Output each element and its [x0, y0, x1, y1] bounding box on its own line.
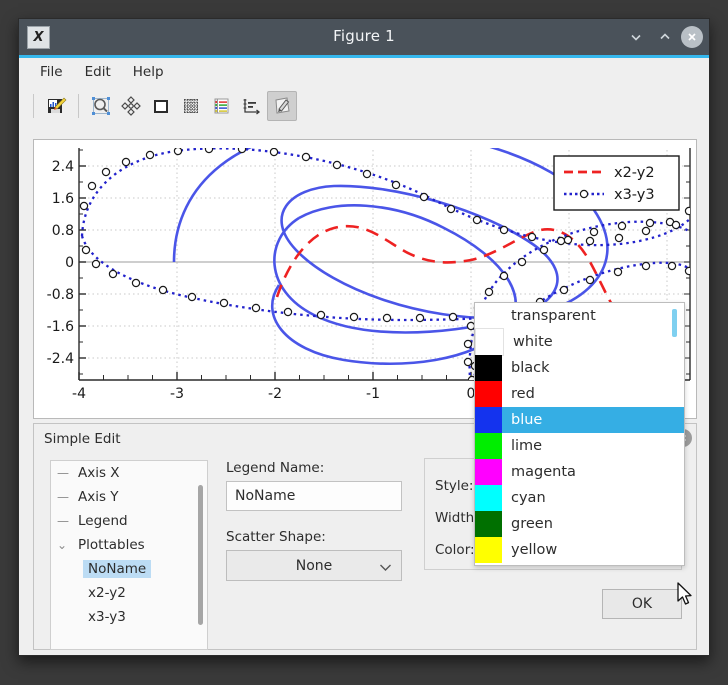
color-swatch — [475, 328, 504, 356]
tree-item-noname[interactable]: NoName — [51, 557, 207, 581]
tree-item-x2-y2[interactable]: x2-y2 — [51, 581, 207, 605]
color-swatch — [475, 407, 502, 433]
window-title: Figure 1 — [333, 27, 395, 45]
legend-label-x3y3: x3-y3 — [614, 187, 655, 203]
color-option-magenta[interactable]: magenta — [475, 459, 684, 485]
svg-text:-1: -1 — [366, 386, 380, 402]
color-option-label: red — [511, 386, 535, 402]
svg-text:-3: -3 — [170, 386, 184, 402]
ok-button[interactable]: OK — [602, 589, 682, 619]
color-swatch — [475, 381, 502, 407]
scatter-shape-value: None — [295, 557, 333, 574]
color-option-label: lime — [511, 438, 543, 454]
legend-button[interactable] — [207, 92, 235, 120]
color-option-label: black — [511, 360, 550, 376]
save-figure-button[interactable] — [42, 92, 70, 120]
color-option-blue[interactable]: blue — [475, 407, 684, 433]
legend-name-input[interactable]: NoName — [226, 481, 402, 511]
chevron-down-icon — [379, 560, 392, 576]
color-swatch — [475, 485, 502, 511]
svg-text:0.8: 0.8 — [52, 223, 74, 239]
color-option-label: blue — [511, 412, 543, 428]
zoom-region-button[interactable] — [87, 92, 115, 120]
simple-edit-button[interactable] — [267, 91, 297, 121]
rectangle-button[interactable] — [147, 92, 175, 120]
minimize-button[interactable] — [623, 24, 649, 50]
legend-label-x2y2: x2-y2 — [614, 165, 655, 181]
tree-item-label: Plottables — [78, 537, 145, 553]
object-tree[interactable]: — Axis X — Axis Y — Legend ⌄ Plottables … — [50, 460, 208, 650]
color-swatch — [475, 511, 502, 537]
svg-text:1.6: 1.6 — [52, 191, 74, 207]
tree-item-x3-y3[interactable]: x3-y3 — [51, 605, 207, 629]
maximize-button[interactable] — [652, 24, 678, 50]
mouse-cursor — [677, 582, 692, 605]
tree-item-label: x3-y3 — [88, 609, 126, 625]
tree-item-label: NoName — [83, 560, 152, 578]
tree-item-label: Axis Y — [78, 489, 119, 505]
color-swatch — [475, 537, 502, 563]
color-option-label: white — [513, 334, 553, 350]
tree-branch-icon: — — [57, 490, 69, 504]
svg-text:-2: -2 — [268, 386, 282, 402]
color-option-green[interactable]: green — [475, 511, 684, 537]
svg-text:-4: -4 — [72, 386, 86, 402]
color-option-cyan[interactable]: cyan — [475, 485, 684, 511]
figure-window: X Figure 1 File Edit Help 2.4 1.6 0.8 0 … — [18, 18, 710, 656]
tree-branch-icon: — — [57, 466, 69, 480]
axes-button[interactable] — [237, 92, 265, 120]
color-option-label: magenta — [511, 464, 576, 480]
svg-text:0: 0 — [65, 255, 74, 271]
svg-text:-0.8: -0.8 — [47, 287, 74, 303]
tree-item-plottables[interactable]: ⌄ Plottables — [51, 533, 207, 557]
properties-column: Legend Name: NoName Scatter Shape: None — [226, 460, 411, 581]
menu-file[interactable]: File — [29, 61, 74, 83]
color-swatch — [475, 459, 502, 485]
color-option-red[interactable]: red — [475, 381, 684, 407]
menu-edit[interactable]: Edit — [74, 61, 122, 83]
toolbar-separator-2 — [78, 94, 79, 118]
color-option-yellow[interactable]: yellow — [475, 537, 684, 563]
tree-item-axis-y[interactable]: — Axis Y — [51, 485, 207, 509]
svg-text:-2.4: -2.4 — [47, 351, 74, 367]
grid-button[interactable] — [177, 92, 205, 120]
color-option-white[interactable]: white — [475, 328, 684, 356]
toolbar-separator — [33, 94, 34, 118]
tree-item-axis-x[interactable]: — Axis X — [51, 461, 207, 485]
menu-help[interactable]: Help — [122, 61, 175, 83]
color-option-label: green — [511, 516, 553, 532]
tree-item-legend[interactable]: — Legend — [51, 509, 207, 533]
color-option-transparent[interactable]: transparent — [475, 303, 684, 329]
color-option-lime[interactable]: lime — [475, 433, 684, 459]
color-dropdown-list[interactable]: transparent white black red blue lime magenta c… — [474, 302, 685, 566]
color-option-label: cyan — [511, 490, 546, 506]
title-bar: X Figure 1 — [19, 19, 709, 58]
tree-scrollbar[interactable] — [198, 485, 203, 625]
toolbar — [19, 85, 709, 127]
tree-branch-icon: — — [57, 514, 69, 528]
plot-legend: x2-y2 x3-y3 — [553, 155, 680, 211]
tree-item-label: Axis X — [78, 465, 120, 481]
svg-text:-1.6: -1.6 — [47, 319, 74, 335]
legend-name-label: Legend Name: — [226, 460, 325, 476]
window-controls — [623, 24, 703, 50]
scatter-shape-select[interactable]: None — [226, 550, 402, 581]
menu-bar: File Edit Help — [19, 58, 709, 85]
color-swatch — [475, 433, 502, 459]
tree-item-label: x2-y2 — [88, 585, 126, 601]
tree-item-label: Legend — [78, 513, 128, 529]
simple-edit-title: Simple Edit — [44, 431, 121, 447]
close-button[interactable] — [681, 26, 703, 48]
color-swatch — [475, 355, 502, 381]
color-option-label: yellow — [511, 542, 558, 558]
color-option-label: transparent — [511, 308, 596, 324]
chevron-down-icon[interactable]: ⌄ — [57, 538, 73, 552]
color-option-black[interactable]: black — [475, 355, 684, 381]
pan-button[interactable] — [117, 92, 145, 120]
dropdown-scrollbar[interactable] — [672, 309, 677, 337]
color-swatch — [475, 303, 502, 329]
svg-text:2.4: 2.4 — [52, 159, 74, 175]
scatter-shape-label: Scatter Shape: — [226, 529, 326, 545]
